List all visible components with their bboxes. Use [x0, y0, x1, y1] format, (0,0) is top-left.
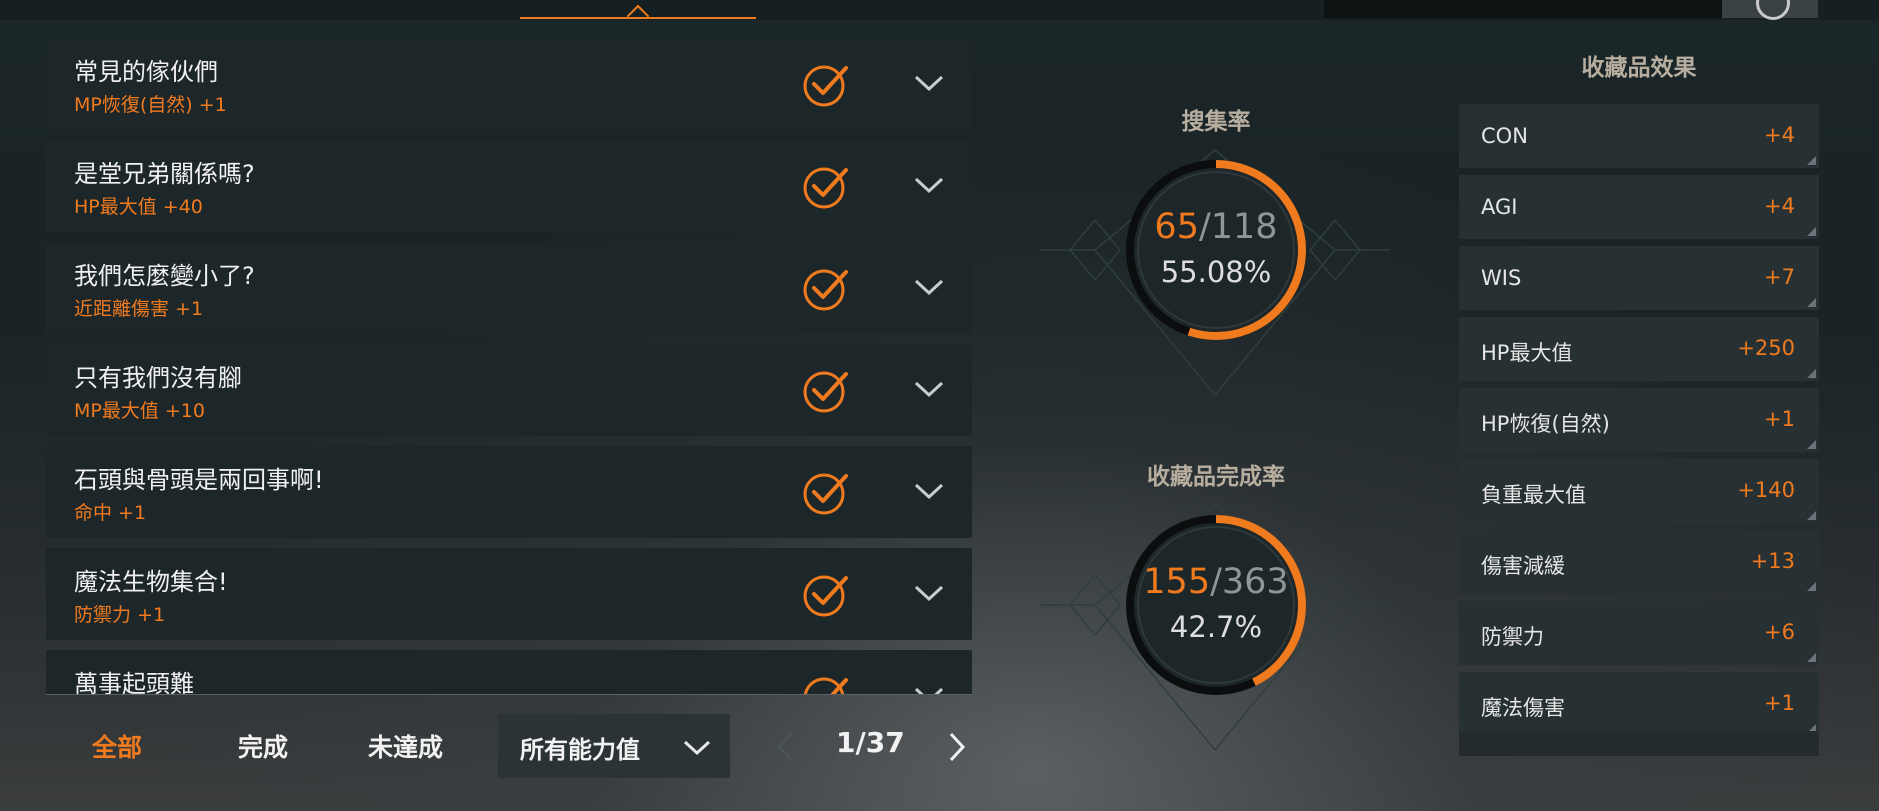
chevron-down-icon[interactable]	[912, 374, 946, 404]
effect-value: +1	[1764, 691, 1795, 715]
check-circle-icon	[803, 371, 848, 413]
collection-effect: MP最大值 +10	[74, 400, 205, 422]
effect-name: 傷害減緩	[1481, 554, 1565, 578]
effect-row: WIS +7	[1459, 246, 1819, 310]
effect-row: HP恢復(自然) +1	[1459, 388, 1819, 452]
ability-filter-label: 所有能力值	[520, 736, 640, 764]
check-circle-icon	[803, 677, 848, 694]
effects-list-end	[1459, 731, 1819, 756]
effect-name: WIS	[1481, 266, 1522, 290]
effect-name: HP最大值	[1481, 341, 1573, 365]
effect-value: +140	[1737, 478, 1795, 502]
corner-mark	[1807, 227, 1816, 236]
collection-row[interactable]: 常見的傢伙們 MP恢復(自然) +1	[46, 38, 972, 130]
collection-title: 是堂兄弟關係嗎?	[74, 160, 255, 188]
gather-rate-count: 65/118	[1123, 207, 1309, 247]
chevron-down-icon[interactable]	[912, 578, 946, 608]
completion-rate-percent: 42.7%	[1169, 610, 1263, 644]
effect-value: +250	[1737, 336, 1795, 360]
collection-effect: 防禦力 +1	[74, 604, 166, 626]
corner-mark	[1807, 440, 1816, 449]
filter-incomplete-tab[interactable]: 未達成	[368, 728, 443, 764]
corner-mark	[1807, 582, 1816, 591]
effect-value: +1	[1764, 407, 1795, 431]
collection-row[interactable]: 萬事起頭難	[46, 650, 972, 695]
gather-rate-title: 搜集率	[1181, 109, 1251, 135]
effect-row: CON +4	[1459, 104, 1819, 168]
corner-mark	[1807, 653, 1816, 662]
top-right-button[interactable]	[1722, 0, 1818, 20]
chevron-down-icon[interactable]	[912, 68, 946, 98]
collection-title: 魔法生物集合!	[74, 568, 228, 596]
effect-value: +4	[1764, 123, 1795, 147]
completion-rate-current: 155	[1143, 562, 1211, 602]
effect-value: +7	[1764, 265, 1795, 289]
collection-row[interactable]: 是堂兄弟關係嗎? HP最大值 +40	[46, 140, 972, 232]
page-indicator: 1/37	[836, 726, 905, 759]
collection-title: 我們怎麼變小了?	[74, 262, 255, 290]
filter-all-tab[interactable]: 全部	[92, 728, 142, 764]
collection-row[interactable]: 魔法生物集合! 防禦力 +1	[46, 548, 972, 640]
effect-value: +13	[1750, 549, 1795, 573]
collection-title: 萬事起頭難	[74, 670, 194, 695]
effect-value: +6	[1764, 620, 1795, 644]
check-circle-icon	[803, 269, 848, 311]
gather-rate-gauge: 65/118 55.08%	[1123, 157, 1309, 343]
effect-row: AGI +4	[1459, 175, 1819, 239]
chevron-right-icon[interactable]	[944, 730, 970, 764]
effect-row: 防禦力 +6	[1459, 601, 1819, 665]
effect-value: +4	[1764, 194, 1795, 218]
collection-title: 只有我們沒有腳	[74, 364, 242, 392]
effects-title: 收藏品效果	[1581, 55, 1697, 81]
ability-filter-dropdown[interactable]: 所有能力值	[498, 714, 730, 778]
effect-name: AGI	[1481, 195, 1518, 219]
effect-row: 負重最大值 +140	[1459, 459, 1819, 523]
completion-rate-count: 155/363	[1123, 562, 1309, 602]
check-circle-icon	[803, 473, 848, 515]
effect-name: 負重最大值	[1481, 483, 1586, 507]
gather-rate-percent: 55.08%	[1160, 255, 1272, 289]
corner-mark	[1807, 298, 1816, 307]
chevron-left-icon[interactable]	[772, 730, 798, 764]
corner-mark	[1807, 156, 1816, 165]
collection-list: 常見的傢伙們 MP恢復(自然) +1 是堂兄弟關係嗎? HP最大值 +40 我們…	[46, 38, 972, 695]
effect-name: CON	[1481, 124, 1528, 148]
collection-effect: MP恢復(自然) +1	[74, 94, 227, 116]
effect-name: HP恢復(自然)	[1481, 412, 1610, 436]
collection-row[interactable]: 只有我們沒有腳 MP最大值 +10	[46, 344, 972, 436]
check-circle-icon	[803, 575, 848, 617]
collection-effect: 近距離傷害 +1	[74, 298, 204, 320]
effects-list: CON +4 AGI +4 WIS +7 HP最大值 +250 HP恢復(自然) +1 負…	[1459, 104, 1819, 743]
chevron-down-icon[interactable]	[912, 476, 946, 506]
effect-row: HP最大值 +250	[1459, 317, 1819, 381]
chevron-down-icon[interactable]	[912, 680, 946, 695]
corner-mark	[1807, 511, 1816, 520]
collection-effect: 命中 +1	[74, 502, 147, 524]
effect-row: 傷害減緩 +13	[1459, 530, 1819, 594]
completion-rate-total: /363	[1210, 562, 1289, 602]
collection-row[interactable]: 石頭與骨頭是兩回事啊! 命中 +1	[46, 446, 972, 538]
completion-rate-title: 收藏品完成率	[1147, 464, 1285, 490]
effect-row: 魔法傷害 +1	[1459, 672, 1819, 736]
collection-row[interactable]: 我們怎麼變小了? 近距離傷害 +1	[46, 242, 972, 334]
check-circle-icon	[803, 65, 848, 107]
completion-rate-gauge: 155/363 42.7%	[1123, 512, 1309, 698]
collection-title: 石頭與骨頭是兩回事啊!	[74, 466, 324, 494]
chevron-down-icon	[683, 740, 711, 756]
collection-effect: HP最大值 +40	[74, 196, 203, 218]
gather-rate-current: 65	[1154, 207, 1199, 247]
collection-title: 常見的傢伙們	[74, 58, 218, 86]
gather-rate-total: /118	[1198, 207, 1278, 247]
effect-name: 魔法傷害	[1481, 696, 1565, 720]
chevron-down-icon[interactable]	[912, 272, 946, 302]
corner-mark	[1807, 369, 1816, 378]
check-circle-icon	[803, 167, 848, 209]
effect-name: 防禦力	[1481, 625, 1544, 649]
chevron-down-icon[interactable]	[912, 170, 946, 200]
filter-complete-tab[interactable]: 完成	[238, 728, 288, 764]
